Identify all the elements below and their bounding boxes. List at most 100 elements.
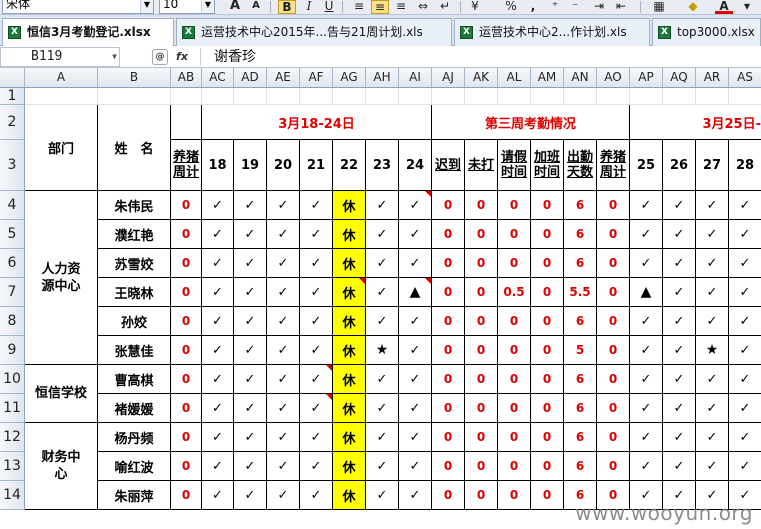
- attendance-check[interactable]: ✓: [267, 481, 300, 510]
- department-cell[interactable]: 财务中心: [25, 423, 98, 510]
- attendance-check[interactable]: ✓: [663, 220, 696, 249]
- row-header[interactable]: 14: [0, 481, 25, 510]
- empty-cell[interactable]: [729, 88, 761, 105]
- attendance-mark[interactable]: ★: [366, 336, 399, 365]
- row-header[interactable]: 3: [0, 140, 25, 191]
- attendance-check[interactable]: ✓: [729, 307, 761, 336]
- summary-ak[interactable]: 0: [465, 423, 498, 452]
- summary-ak[interactable]: 0: [465, 452, 498, 481]
- employee-name[interactable]: 王晓林: [98, 278, 171, 307]
- attendance-check[interactable]: ✓: [729, 394, 761, 423]
- attendance-check[interactable]: ✓: [366, 481, 399, 510]
- attendance-check[interactable]: ✓: [399, 394, 432, 423]
- summary-aj[interactable]: 0: [432, 423, 465, 452]
- empty-cell[interactable]: [300, 88, 333, 105]
- empty-cell[interactable]: [498, 88, 531, 105]
- day-header[interactable]: 21: [300, 140, 333, 191]
- attendance-check[interactable]: ✓: [202, 278, 234, 307]
- summary-ak[interactable]: 0: [465, 220, 498, 249]
- attendance-check[interactable]: ✓: [399, 452, 432, 481]
- attendance-check[interactable]: ✓: [366, 249, 399, 278]
- row-header[interactable]: 9: [0, 336, 25, 365]
- summary-ao[interactable]: 0: [597, 220, 630, 249]
- summary-am[interactable]: 0: [531, 249, 564, 278]
- holiday-cell[interactable]: 休: [333, 278, 366, 307]
- select-all-corner[interactable]: [0, 68, 25, 88]
- header-dept[interactable]: 部门: [25, 105, 98, 191]
- holiday-cell[interactable]: 休: [333, 336, 366, 365]
- row-header[interactable]: 2: [0, 105, 25, 140]
- summary-ak[interactable]: 0: [465, 394, 498, 423]
- day-header[interactable]: 18: [202, 140, 234, 191]
- summary-ao[interactable]: 0: [597, 307, 630, 336]
- attendance-check[interactable]: ✓: [696, 394, 729, 423]
- attendance-check[interactable]: ✓: [729, 278, 761, 307]
- fill-color-icon[interactable]: ◆: [684, 0, 702, 14]
- summary-am[interactable]: 0: [531, 394, 564, 423]
- attendance-mark[interactable]: ▲: [630, 278, 663, 307]
- summary-al[interactable]: 0: [498, 423, 531, 452]
- employee-name[interactable]: 孙姣: [98, 307, 171, 336]
- summary-ak[interactable]: 0: [465, 249, 498, 278]
- attendance-check[interactable]: ✓: [399, 423, 432, 452]
- empty-cell[interactable]: [234, 88, 267, 105]
- holiday-cell[interactable]: 休: [333, 220, 366, 249]
- summary-am[interactable]: 0: [531, 365, 564, 394]
- summary-al[interactable]: 0: [498, 481, 531, 510]
- attendance-mark[interactable]: ★: [696, 336, 729, 365]
- week-total-ab[interactable]: 0: [171, 365, 202, 394]
- attendance-check[interactable]: ✓: [202, 191, 234, 220]
- summary-aj[interactable]: 0: [432, 307, 465, 336]
- employee-name[interactable]: 朱丽萍: [98, 481, 171, 510]
- attendance-check[interactable]: ✓: [663, 278, 696, 307]
- day-header[interactable]: 22: [333, 140, 366, 191]
- attendance-check[interactable]: ✓: [366, 365, 399, 394]
- summary-ao[interactable]: 0: [597, 278, 630, 307]
- attendance-check[interactable]: ✓: [399, 249, 432, 278]
- day-header[interactable]: 25: [630, 140, 663, 191]
- row-header[interactable]: 11: [0, 394, 25, 423]
- attendance-check[interactable]: ✓: [267, 307, 300, 336]
- summary-aj[interactable]: 0: [432, 249, 465, 278]
- attendance-check[interactable]: ✓: [300, 481, 333, 510]
- employee-name[interactable]: 苏雪姣: [98, 249, 171, 278]
- empty-cell[interactable]: [202, 88, 234, 105]
- col-label-ak[interactable]: 未打: [465, 140, 498, 191]
- header-name[interactable]: 姓 名: [98, 105, 171, 191]
- row-header[interactable]: 4: [0, 191, 25, 220]
- summary-aj[interactable]: 0: [432, 191, 465, 220]
- empty-cell[interactable]: [564, 88, 597, 105]
- attendance-check[interactable]: ✓: [202, 423, 234, 452]
- chevron-down-icon[interactable]: ▼: [112, 48, 117, 66]
- summary-ak[interactable]: 0: [465, 278, 498, 307]
- attendance-check[interactable]: ✓: [202, 336, 234, 365]
- summary-an[interactable]: 5.5: [564, 278, 597, 307]
- attendance-check[interactable]: ✓: [663, 249, 696, 278]
- workbook-tab[interactable]: X 运营技术中心2...作计划.xls: [454, 18, 650, 46]
- empty-cell[interactable]: [98, 88, 171, 105]
- workbook-tab[interactable]: X 恒信3月考勤登记.xlsx: [2, 18, 174, 47]
- employee-name[interactable]: 杨丹频: [98, 423, 171, 452]
- attendance-check[interactable]: ✓: [366, 220, 399, 249]
- department-cell[interactable]: 人力资源中心: [25, 191, 98, 365]
- grow-font-button[interactable]: A: [226, 0, 244, 14]
- summary-an[interactable]: 6: [564, 249, 597, 278]
- summary-al[interactable]: 0: [498, 365, 531, 394]
- attendance-check[interactable]: ✓: [663, 191, 696, 220]
- summary-aj[interactable]: 0: [432, 481, 465, 510]
- column-header[interactable]: AM: [531, 68, 564, 88]
- summary-ao[interactable]: 0: [597, 191, 630, 220]
- column-header[interactable]: AD: [234, 68, 267, 88]
- attendance-check[interactable]: ✓: [663, 452, 696, 481]
- increase-decimal-icon[interactable]: ⁺: [546, 0, 564, 14]
- summary-ak[interactable]: 0: [465, 191, 498, 220]
- percent-button[interactable]: %: [502, 0, 520, 14]
- attendance-check[interactable]: ✓: [399, 365, 432, 394]
- summary-al[interactable]: 0: [498, 249, 531, 278]
- column-header[interactable]: AJ: [432, 68, 465, 88]
- attendance-check[interactable]: ✓: [300, 249, 333, 278]
- summary-ak[interactable]: 0: [465, 365, 498, 394]
- attendance-check[interactable]: ✓: [696, 452, 729, 481]
- font-size-box[interactable]: 10 ▼: [159, 0, 215, 14]
- attendance-check[interactable]: ✓: [630, 336, 663, 365]
